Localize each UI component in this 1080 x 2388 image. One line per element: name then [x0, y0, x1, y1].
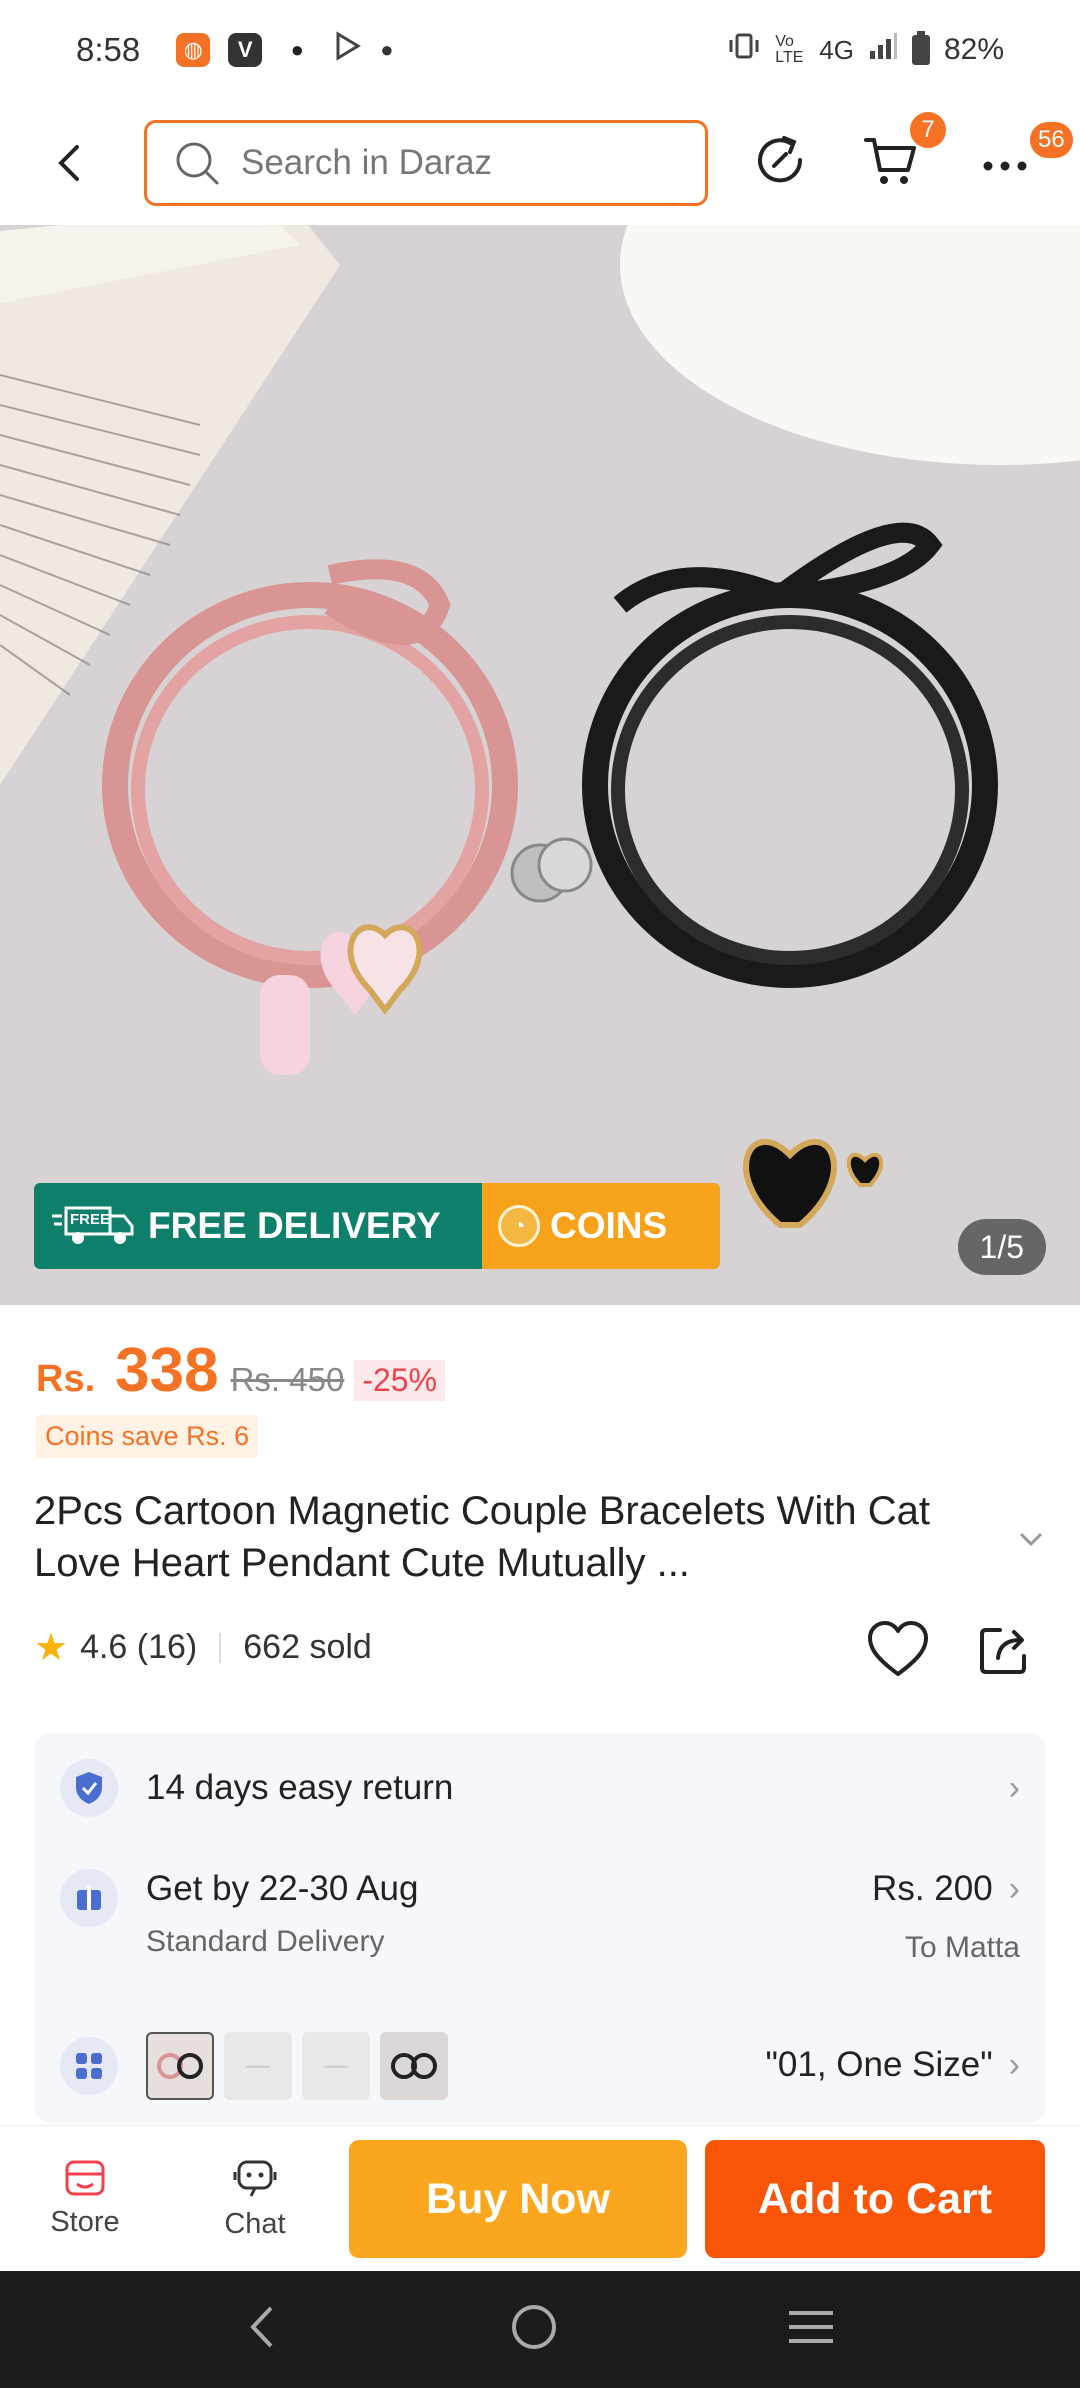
more-button[interactable]: 56: [980, 120, 1075, 184]
sold-count: 662 sold: [243, 1628, 372, 1666]
chat-button[interactable]: Chat: [170, 2156, 340, 2241]
nav-menu-icon: [789, 2311, 833, 2343]
discount-badge: -25%: [354, 1360, 446, 1401]
ride-app-icon: ●: [280, 33, 315, 67]
delivery-date: Get by 22-30 Aug: [146, 1869, 419, 1908]
variant-thumb-placeholder[interactable]: —: [224, 2032, 292, 2100]
volte-label: Vo LTE: [775, 33, 804, 66]
cart-button[interactable]: 7: [862, 110, 948, 188]
grid-icon: [60, 2037, 118, 2095]
variant-row[interactable]: — — "01, One Size" ›: [34, 2031, 1046, 2101]
notification-badge: 56: [1028, 120, 1075, 160]
variant-value: "01, One Size": [765, 2045, 993, 2084]
cart-count-badge: 7: [908, 110, 948, 150]
return-chevron: ›: [1009, 1769, 1020, 1808]
return-policy-label: 14 days easy return: [146, 1768, 454, 1807]
chat-bot-icon: [233, 2160, 277, 2197]
star-icon: ★: [34, 1627, 69, 1669]
price-currency: Rs.: [36, 1358, 96, 1400]
search-placeholder: Search in Daraz: [241, 142, 492, 182]
add-to-cart-button[interactable]: Add to Cart: [705, 2140, 1045, 2258]
play-store-icon: [332, 31, 362, 69]
network-label: 4G: [819, 34, 854, 65]
chevron-right-icon: ›: [1008, 1769, 1020, 1807]
rating-row[interactable]: ★ 4.6 (16) 662 sold: [34, 1625, 372, 1670]
battery-level: 82%: [943, 33, 1004, 66]
variant-thumbnails: — —: [146, 2032, 448, 2100]
delivery-fee: Rs. 200: [872, 1869, 993, 1908]
nav-home-button[interactable]: [509, 2302, 559, 2357]
price-row: Rs. 338 Rs. 450 -25%: [36, 1335, 446, 1406]
variant-thumb-pink-black[interactable]: [146, 2032, 214, 2100]
divider: [219, 1632, 222, 1663]
variant-thumb-black-pair[interactable]: [380, 2032, 448, 2100]
buy-now-button[interactable]: Buy Now: [349, 2140, 687, 2258]
product-image-carousel[interactable]: FREE FREE DELIVERY ◔ COINS 1/5: [0, 225, 1080, 1305]
scan-history-button[interactable]: [750, 130, 810, 190]
wishlist-button[interactable]: [866, 1620, 930, 1685]
rating-value: 4.6 (16): [80, 1628, 198, 1666]
more-dots-icon: [983, 161, 1027, 171]
store-button[interactable]: Store: [0, 2158, 170, 2239]
system-nav-bar: [0, 2271, 1080, 2388]
free-delivery-banner: FREE FREE DELIVERY ◔ COINS: [34, 1183, 720, 1269]
daraz-app-icon: ◍: [176, 33, 211, 67]
delivery-type: Standard Delivery: [146, 1925, 385, 1958]
status-bar: 8:58 ◍ V ● ● Vo LTE 4G 82%: [0, 0, 1080, 100]
coins-label: COINS: [550, 1205, 668, 1246]
delivery-fee-group: Rs. 200 ›: [872, 1869, 1020, 1909]
free-delivery-label: FREE DELIVERY: [148, 1205, 441, 1246]
current-price: 338: [115, 1336, 219, 1405]
dot-icon: ●: [380, 37, 394, 62]
status-time: 8:58: [76, 31, 141, 68]
image-counter: 1/5: [957, 1219, 1046, 1275]
original-price: Rs. 450: [230, 1361, 345, 1398]
top-header: Search in Daraz 7 56: [0, 100, 1080, 225]
coins-save-tag: Coins save Rs. 6: [36, 1415, 259, 1458]
free-tag: FREE: [70, 1210, 111, 1228]
variant-selection: "01, One Size" ›: [765, 2045, 1020, 2085]
signal-icon: [868, 31, 898, 69]
chevron-left-icon: [58, 144, 79, 181]
coin-icon: ◔: [498, 1205, 540, 1247]
nav-home-icon: [512, 2305, 556, 2349]
chevron-right-icon: ›: [1008, 2045, 1020, 2084]
vibrate-icon: [727, 31, 761, 69]
product-title[interactable]: 2Pcs Cartoon Magnetic Couple Bracelets W…: [34, 1485, 994, 1589]
share-button[interactable]: [976, 1622, 1032, 1683]
bottom-action-bar: Store Chat Buy Now Add to Cart: [0, 2125, 1080, 2271]
v-app-icon: V: [228, 33, 263, 67]
delivery-location: To Matta: [904, 1931, 1020, 1964]
chevron-down-icon: [1019, 1532, 1043, 1547]
search-input[interactable]: Search in Daraz: [144, 119, 708, 206]
delivery-truck-icon: FREE: [52, 1204, 136, 1248]
service-info-card: 14 days easy return › Get by 22-30 Aug S…: [34, 1733, 1046, 2123]
nav-recents-button[interactable]: [785, 2305, 837, 2354]
store-label: Store: [50, 2206, 120, 2238]
battery-icon: [911, 31, 930, 65]
return-policy-row[interactable]: 14 days easy return ›: [34, 1757, 1046, 1819]
chevron-right-icon: ›: [1008, 1869, 1020, 1908]
refresh-icon: [758, 136, 803, 183]
nav-back-button[interactable]: [243, 2302, 283, 2357]
heart-icon: [868, 1621, 928, 1676]
share-icon: [980, 1628, 1026, 1674]
free-delivery-section: FREE FREE DELIVERY: [34, 1183, 482, 1269]
chat-label: Chat: [224, 2208, 286, 2240]
variant-thumb-placeholder[interactable]: —: [302, 2032, 370, 2100]
package-icon: [60, 1869, 118, 1927]
product-photo: [0, 225, 1080, 1305]
coins-section: ◔ COINS: [482, 1183, 720, 1269]
back-button[interactable]: [40, 133, 100, 193]
store-icon: [65, 2160, 105, 2196]
delivery-row[interactable]: Get by 22-30 Aug Standard Delivery Rs. 2…: [34, 1869, 1046, 1989]
nav-back-icon: [250, 2306, 273, 2348]
shield-check-icon: [60, 1759, 118, 1817]
search-icon: [176, 142, 219, 184]
expand-title-button[interactable]: [1018, 1530, 1044, 1553]
